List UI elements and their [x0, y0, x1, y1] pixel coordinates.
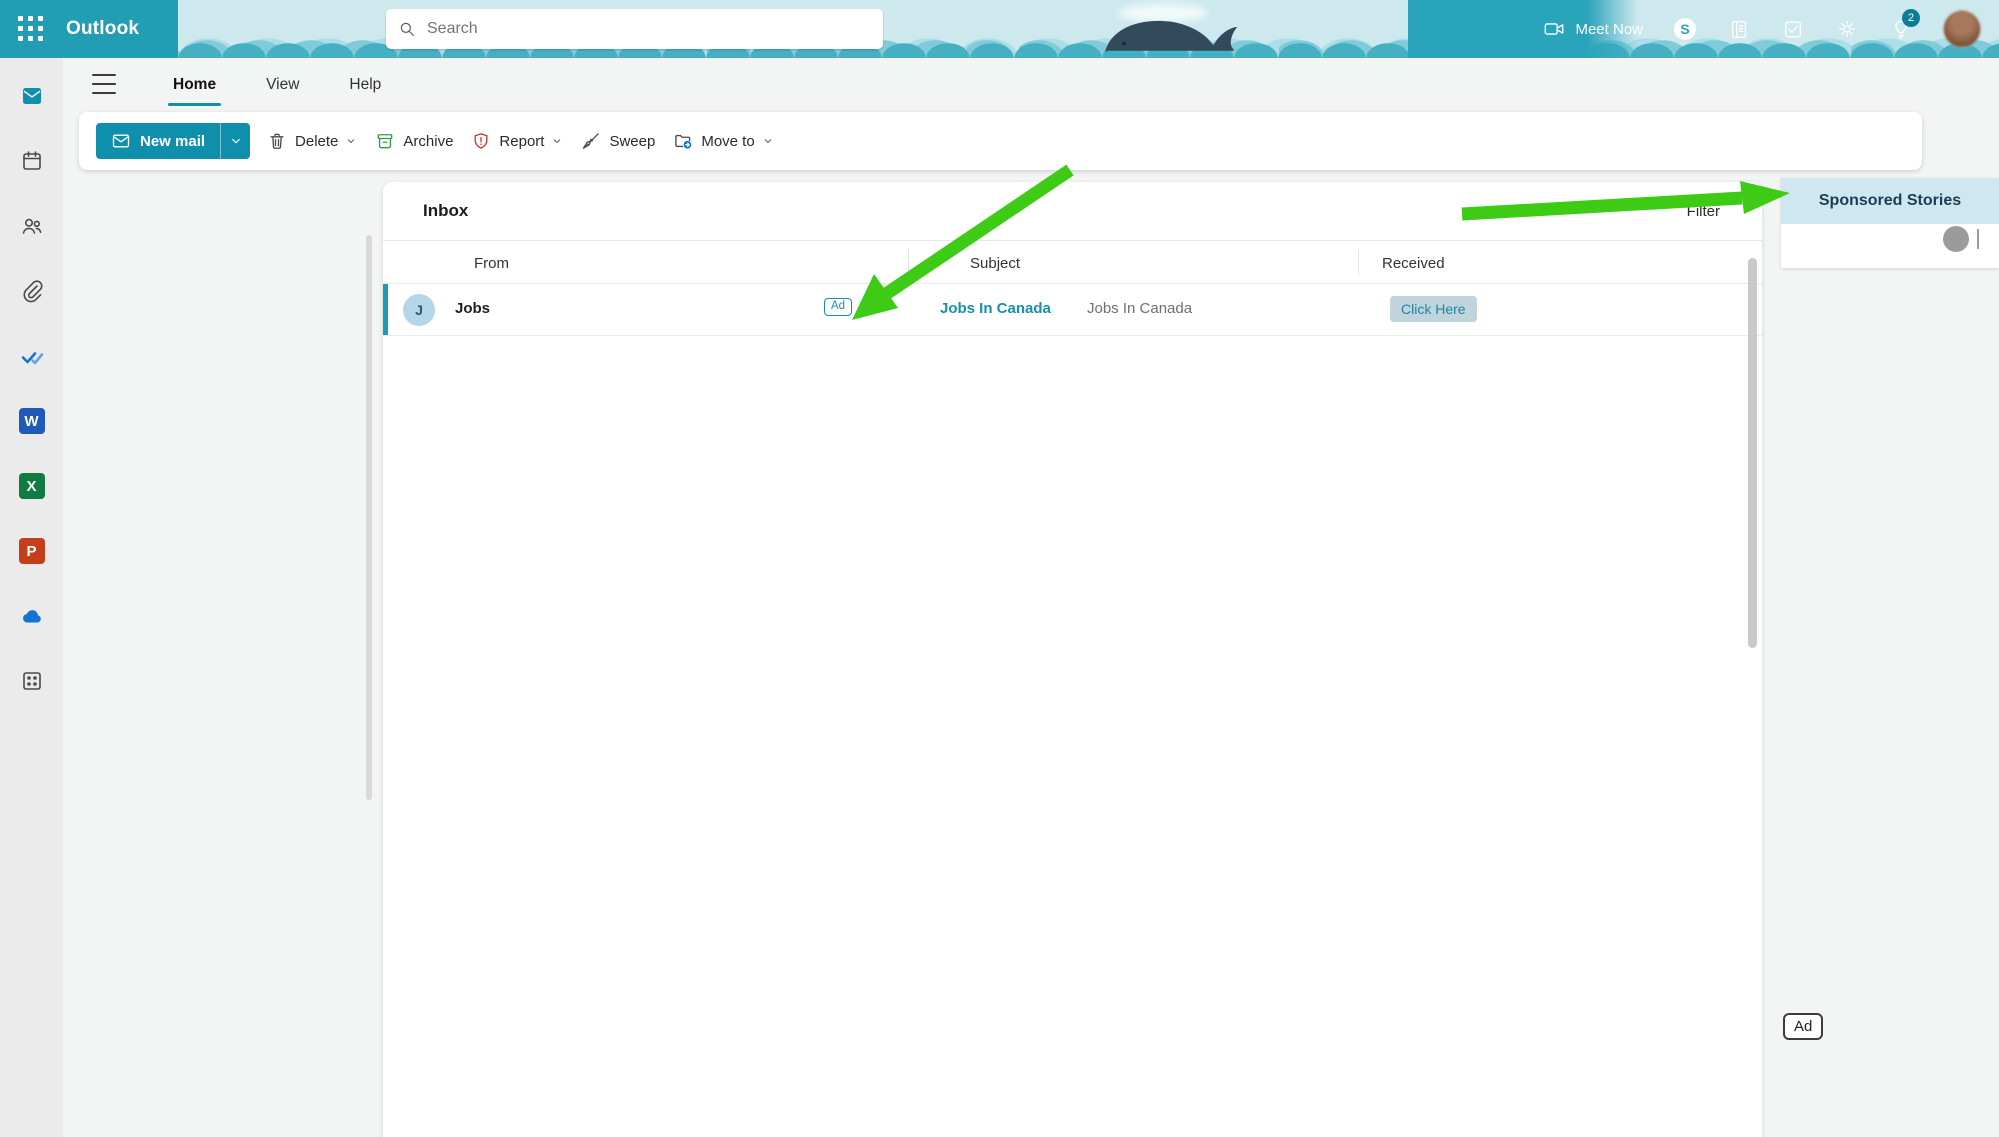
meet-now-button[interactable]: Meet Now [1543, 18, 1643, 40]
rail-item-word[interactable]: W [12, 401, 52, 441]
archive-icon [375, 131, 395, 151]
meet-now-label: Meet Now [1575, 21, 1643, 38]
report-label: Report [499, 133, 544, 150]
app-title: Outlook [66, 0, 139, 58]
todo-icon[interactable] [1781, 17, 1805, 41]
more-options-button[interactable]: ··· [867, 296, 885, 313]
rail-item-powerpoint[interactable]: P [12, 531, 52, 571]
delete-label: Delete [295, 133, 338, 150]
tab-help[interactable]: Help [324, 62, 406, 108]
rail-item-onedrive[interactable] [12, 596, 52, 636]
account-avatar[interactable] [1943, 10, 1981, 48]
ad-badge: Ad [824, 298, 852, 316]
tab-home[interactable]: Home [148, 62, 241, 108]
broom-icon [581, 131, 601, 151]
ribbon-tabs-row: HomeViewHelp [63, 62, 1999, 108]
divider [1977, 229, 1979, 249]
rail-item-todo[interactable] [12, 336, 52, 376]
video-camera-icon [1543, 18, 1565, 40]
move-to-button[interactable]: Move to [664, 123, 782, 159]
click-here-button[interactable]: Click Here [1390, 296, 1477, 322]
rail-item-attachments[interactable] [12, 271, 52, 311]
search-icon [398, 20, 416, 38]
sweep-button[interactable]: Sweep [572, 123, 664, 159]
word-icon: W [19, 408, 45, 434]
chevron-down-icon [762, 135, 774, 147]
onenote-feed-icon[interactable] [1727, 17, 1751, 41]
new-mail-label: New mail [140, 133, 205, 150]
top-app-bar: Outlook Meet Now S 2 [0, 0, 1999, 58]
sponsored-stories-title: Sponsored Stories [1781, 178, 1999, 224]
attachments-icon [20, 279, 44, 303]
skype-icon[interactable]: S [1673, 17, 1697, 41]
app-launcher-waffle-icon[interactable] [14, 13, 48, 45]
list-title: Inbox [423, 201, 468, 221]
message-list-scrollbar[interactable] [1748, 258, 1757, 648]
ad-label-badge[interactable]: Ad [1783, 1013, 1823, 1040]
rail-item-calendar[interactable] [12, 141, 52, 181]
rail-item-mail[interactable] [12, 76, 52, 116]
move-to-label: Move to [701, 133, 754, 150]
chevron-down-icon [551, 135, 563, 147]
powerpoint-icon: P [19, 538, 45, 564]
chevron-down-icon [345, 135, 357, 147]
ribbon-toolbar: New mail Delete Archive Report Sweep Move to [79, 112, 1922, 170]
ad-subject-link[interactable]: Jobs In Canada [940, 300, 1051, 317]
left-app-rail: W X P [0, 58, 63, 1137]
message-list: Inbox Filter From Subject Received J Job… [383, 182, 1762, 1137]
column-received[interactable]: Received [1382, 241, 1451, 285]
rail-item-more-apps[interactable] [12, 661, 52, 701]
whats-new-bulb-icon[interactable]: 2 [1889, 17, 1913, 41]
new-mail-button[interactable]: New mail [96, 123, 250, 159]
sponsored-stories-panel: Sponsored Stories [1781, 178, 1999, 268]
whale-illustration [1083, 4, 1273, 56]
search-bar[interactable] [386, 9, 883, 49]
column-from: From [474, 241, 509, 285]
more-apps-icon [20, 669, 44, 693]
rail-item-excel[interactable]: X [12, 466, 52, 506]
mail-icon [20, 84, 44, 108]
report-button[interactable]: Report [462, 123, 572, 159]
sender-name: Jobs [455, 300, 490, 317]
unread-accent-bar [383, 284, 388, 335]
filter-label: Filter [1687, 203, 1720, 220]
tab-view[interactable]: View [241, 62, 324, 108]
brand-block: Outlook [0, 0, 178, 58]
delete-button[interactable]: Delete [258, 123, 366, 159]
trash-icon [267, 131, 287, 151]
search-input[interactable] [425, 19, 871, 39]
archive-button[interactable]: Archive [366, 123, 462, 159]
people-icon [20, 214, 44, 238]
sponsored-email-row[interactable]: J Jobs Ad ··· Jobs In Canada Jobs In Can… [383, 284, 1762, 336]
folder-pane-scrollbar[interactable] [366, 235, 372, 800]
list-column-headers: From Subject Received [383, 240, 1762, 284]
onedrive-icon [20, 604, 44, 628]
outbrain-logo-icon[interactable] [1943, 226, 1969, 252]
ad-subject-preview: Jobs In Canada [1087, 300, 1192, 317]
archive-label: Archive [403, 133, 453, 150]
move-folder-icon [673, 131, 693, 151]
shield-icon [471, 131, 491, 151]
column-subject: Subject [970, 241, 1020, 285]
settings-gear-icon[interactable] [1835, 17, 1859, 41]
folder-pane [63, 58, 345, 1137]
filter-button[interactable]: Filter [1678, 203, 1720, 220]
todo-icon [20, 344, 44, 368]
excel-icon: X [19, 473, 45, 499]
mail-compose-icon [111, 131, 131, 151]
sweep-label: Sweep [609, 133, 655, 150]
calendar-icon [20, 149, 44, 173]
notification-badge: 2 [1902, 9, 1920, 27]
new-mail-dropdown-chevron[interactable] [220, 123, 250, 159]
hamburger-menu-icon[interactable] [92, 74, 116, 94]
rail-item-people[interactable] [12, 206, 52, 246]
sender-avatar: J [403, 294, 435, 326]
